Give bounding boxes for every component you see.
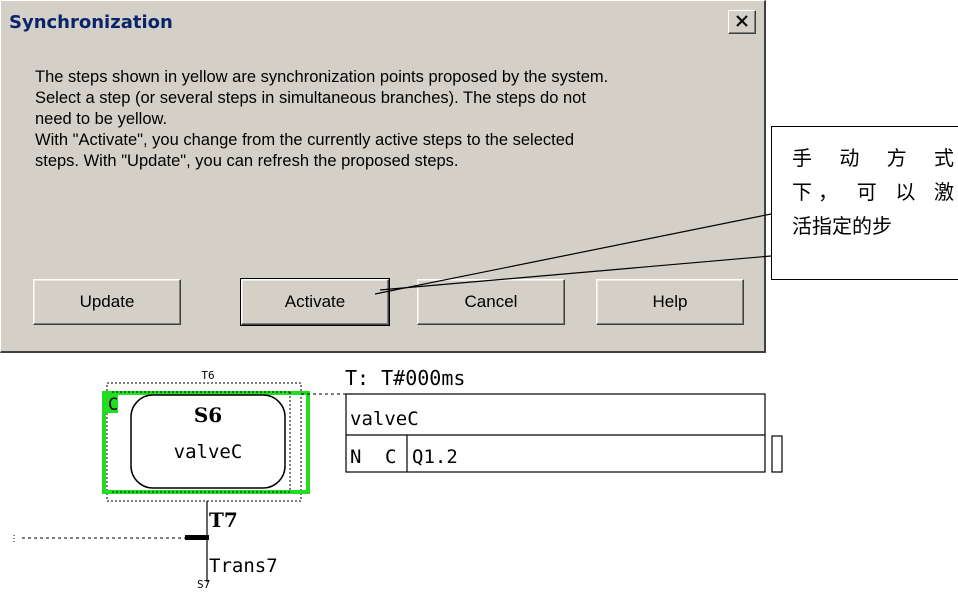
message-line: steps. With "Update", you can refresh th…: [35, 152, 459, 170]
callout-line: 手 动 方 式: [792, 146, 954, 170]
time-label: T: T#000ms: [345, 366, 465, 390]
close-button[interactable]: [728, 10, 756, 34]
close-icon: [736, 15, 748, 27]
callout-line: 活指定的步: [792, 214, 892, 238]
sfc-diagram: T6 C S6 valveC T: T#000ms valveC N C Q1.…: [13, 366, 783, 591]
update-button[interactable]: Update: [33, 279, 181, 325]
transition-comment: Trans7: [209, 555, 278, 577]
step-top-label: T6: [201, 369, 214, 382]
action-title: valveC: [350, 408, 419, 430]
transition-bar[interactable]: [185, 535, 209, 540]
action-qualifier: N: [350, 446, 361, 468]
message-line: Select a step (or several steps in simul…: [35, 89, 586, 107]
dialog-title: Synchronization: [9, 12, 173, 33]
synchronization-dialog: Synchronization The steps shown in yello…: [0, 0, 766, 353]
next-step-label: S7: [197, 578, 210, 591]
dialog-titlebar: Synchronization: [3, 3, 762, 41]
message-line: need to be yellow.: [35, 110, 168, 128]
step-name: S6: [194, 403, 222, 427]
action-block[interactable]: [345, 393, 766, 473]
cancel-button[interactable]: Cancel: [417, 279, 565, 325]
action-address: Q1.2: [412, 446, 458, 468]
step-comment: valveC: [174, 441, 243, 463]
callout-text: 手 动 方 式 下， 可 以 激 活指定的步: [792, 141, 954, 243]
step-marker: C: [108, 395, 118, 415]
action-flag: C: [385, 446, 396, 468]
help-button[interactable]: Help: [596, 279, 744, 325]
dialog-message: The steps shown in yellow are synchroniz…: [35, 67, 760, 172]
message-line: The steps shown in yellow are synchroniz…: [35, 68, 609, 86]
activate-button[interactable]: Activate: [240, 278, 390, 326]
message-line: With "Activate", you change from the cur…: [35, 131, 575, 149]
transition-name: T7: [209, 508, 238, 532]
callout-annotation: 手 动 方 式 下， 可 以 激 活指定的步: [771, 126, 958, 280]
action-extra-cell: [771, 435, 783, 473]
callout-line: 下， 可 以 激: [792, 180, 954, 204]
